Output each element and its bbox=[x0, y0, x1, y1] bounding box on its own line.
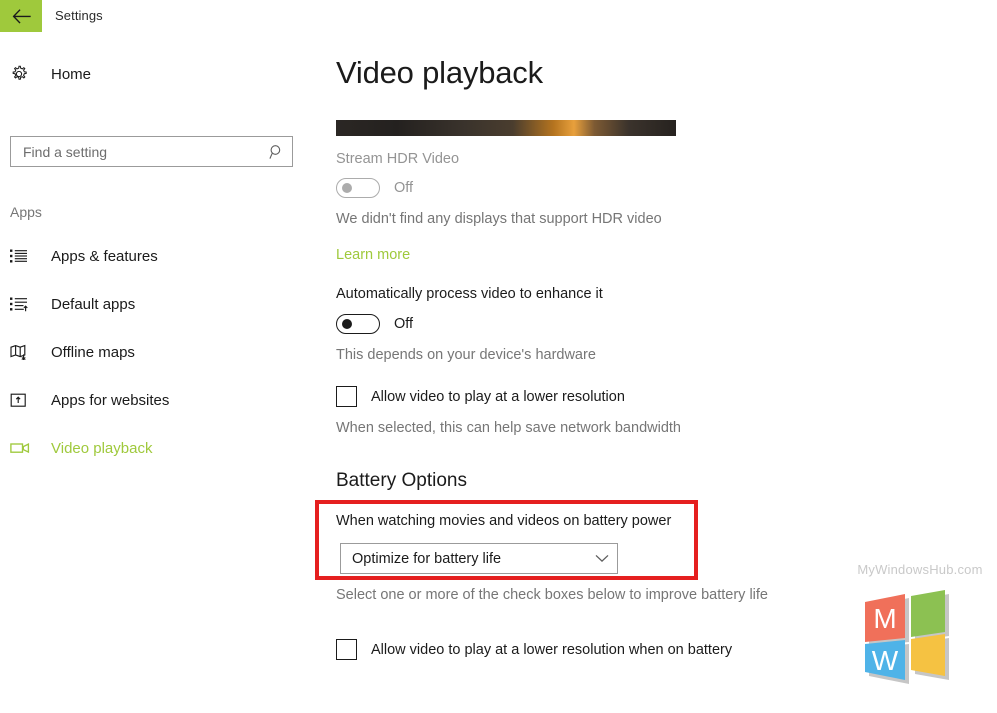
video-camera-icon bbox=[10, 441, 40, 455]
battery-description: Select one or more of the check boxes be… bbox=[336, 587, 768, 603]
title-bar: Settings bbox=[0, 0, 997, 32]
lower-res-description: When selected, this can help save networ… bbox=[336, 420, 681, 436]
toggle-thumb bbox=[342, 183, 352, 193]
sidebar-item-label: Apps for websites bbox=[51, 391, 170, 409]
stream-hdr-description: We didn't find any displays that support… bbox=[336, 211, 662, 227]
box-up-arrow-icon bbox=[10, 392, 40, 408]
map-download-icon bbox=[10, 344, 40, 360]
sidebar-item-video-playback[interactable]: Video playback bbox=[0, 424, 318, 472]
sidebar-item-home-label: Home bbox=[51, 65, 92, 83]
sidebar-item-apps-for-websites[interactable]: Apps for websites bbox=[0, 376, 318, 424]
battery-dropdown-label: When watching movies and videos on batte… bbox=[336, 513, 672, 529]
lower-res-label: Allow video to play at a lower resolutio… bbox=[371, 388, 625, 405]
toggle-thumb bbox=[342, 319, 352, 329]
sidebar-item-label: Video playback bbox=[51, 439, 153, 457]
stream-hdr-toggle-row[interactable]: Off bbox=[336, 178, 413, 198]
auto-process-toggle[interactable] bbox=[336, 314, 380, 334]
stream-hdr-label: Stream HDR Video bbox=[336, 151, 460, 167]
sidebar-group-label: Apps bbox=[10, 204, 42, 220]
lower-res-checkbox-row[interactable]: Allow video to play at a lower resolutio… bbox=[336, 386, 625, 407]
auto-process-label: Automatically process video to enhance i… bbox=[336, 286, 603, 302]
sidebar-item-label: Apps & features bbox=[51, 247, 158, 265]
search-input[interactable] bbox=[11, 137, 262, 166]
battery-options-heading: Battery Options bbox=[336, 470, 467, 491]
page-title: Video playback bbox=[336, 55, 543, 90]
sidebar-item-label: Offline maps bbox=[51, 343, 135, 361]
list-arrow-icon bbox=[10, 296, 40, 312]
sidebar-item-home[interactable]: Home bbox=[10, 58, 300, 90]
search-box[interactable] bbox=[10, 136, 293, 167]
sidebar-item-apps-features[interactable]: Apps & features bbox=[0, 232, 318, 280]
learn-more-link[interactable]: Learn more bbox=[336, 247, 410, 263]
sidebar-item-default-apps[interactable]: Default apps bbox=[0, 280, 318, 328]
app-title: Settings bbox=[55, 8, 103, 23]
sidebar: Home Apps bbox=[0, 32, 318, 713]
video-preview-strip bbox=[336, 120, 676, 136]
battery-mode-dropdown[interactable]: Optimize for battery life bbox=[340, 543, 618, 574]
stream-hdr-toggle bbox=[336, 178, 380, 198]
sidebar-nav-list: Apps & features Default apps Offline map… bbox=[0, 232, 318, 472]
lower-res-battery-label: Allow video to play at a lower resolutio… bbox=[371, 641, 733, 658]
back-button[interactable] bbox=[0, 0, 42, 32]
list-icon bbox=[10, 248, 40, 264]
stream-hdr-toggle-state: Off bbox=[394, 180, 414, 196]
chevron-down-icon bbox=[587, 554, 617, 563]
auto-process-toggle-row[interactable]: Off bbox=[336, 314, 413, 334]
battery-mode-dropdown-value: Optimize for battery life bbox=[352, 550, 502, 567]
lower-res-checkbox[interactable] bbox=[336, 386, 357, 407]
back-arrow-icon bbox=[12, 8, 31, 24]
sidebar-item-label: Default apps bbox=[51, 295, 136, 313]
gear-icon bbox=[10, 65, 40, 83]
auto-process-description: This depends on your device's hardware bbox=[336, 347, 596, 363]
lower-res-battery-checkbox-row[interactable]: Allow video to play at a lower resolutio… bbox=[336, 639, 732, 660]
lower-res-battery-checkbox[interactable] bbox=[336, 639, 357, 660]
search-icon[interactable] bbox=[262, 144, 292, 160]
auto-process-toggle-state: Off bbox=[394, 316, 414, 332]
sidebar-item-offline-maps[interactable]: Offline maps bbox=[0, 328, 318, 376]
main-content: Video playback Stream HDR Video Off We d… bbox=[315, 32, 997, 713]
